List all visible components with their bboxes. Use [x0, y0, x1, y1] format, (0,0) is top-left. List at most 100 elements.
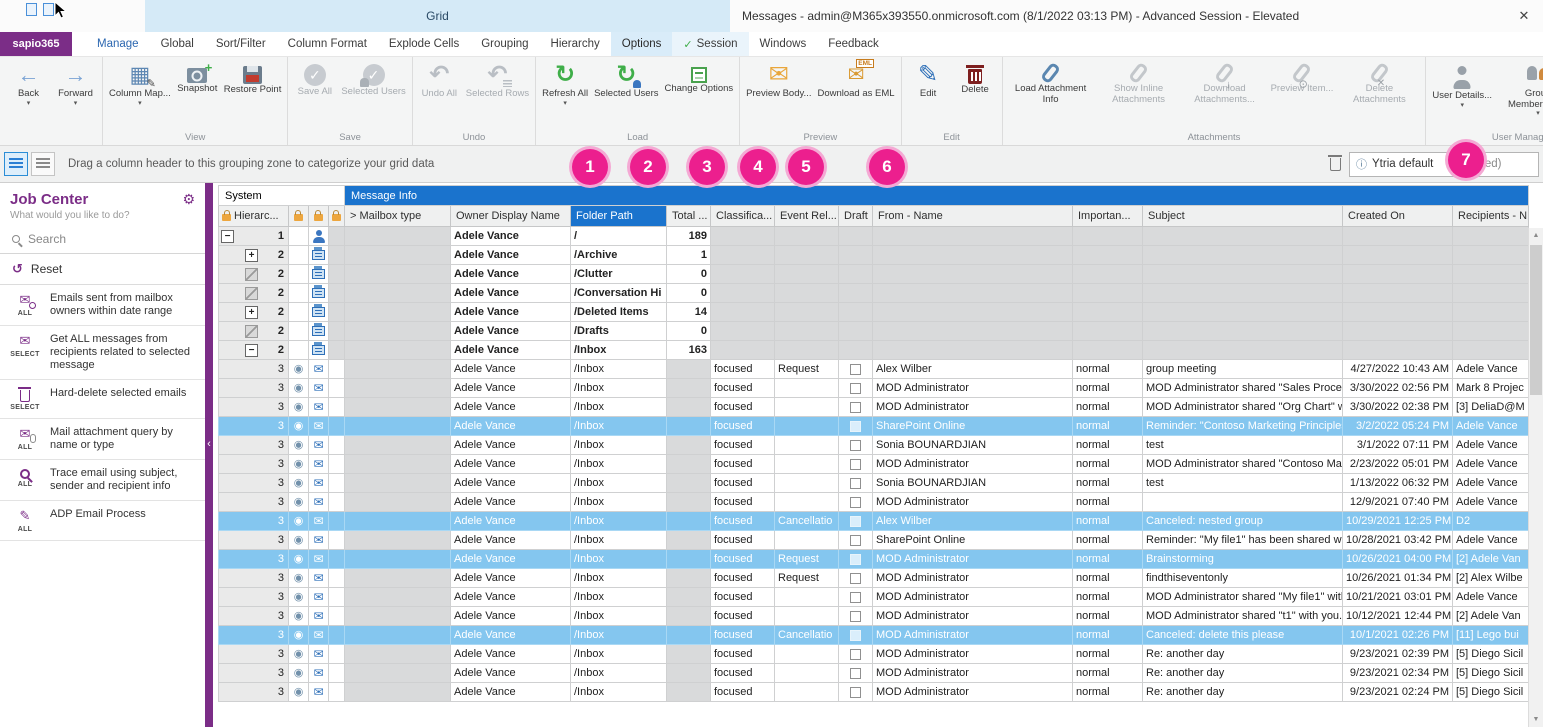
column-header-draft[interactable]: Draft [839, 206, 873, 227]
draft-checkbox[interactable] [850, 611, 861, 622]
back-button[interactable]: Back▾ [5, 59, 52, 108]
grid-row-message[interactable]: 3◉✉Adele Vance/InboxfocusedMOD Administr… [219, 493, 1529, 512]
tab-global[interactable]: Global [150, 32, 205, 56]
column-header-mailbox[interactable]: > Mailbox type [345, 206, 451, 227]
selected-rows-button[interactable]: Selected Rows [463, 59, 532, 101]
close-button[interactable]: ✕ [1511, 4, 1537, 28]
delete-attachments-button[interactable]: Delete Attachments [1336, 59, 1422, 106]
scroll-up-icon[interactable]: ▲ [1529, 228, 1543, 243]
column-header-subject[interactable]: Subject [1143, 206, 1343, 227]
job-item-trace-email-using[interactable]: ALLTrace email using subject, sender and… [0, 460, 205, 501]
draft-checkbox[interactable] [850, 535, 861, 546]
grid-row-folder[interactable]: 2Adele Vance/Clutter0 [219, 265, 1529, 284]
load-attachment-info-button[interactable]: Load Attachment Info [1006, 59, 1096, 106]
copy-grid-icon[interactable] [26, 3, 37, 16]
grid-row-folder[interactable]: +2Adele Vance/Archive1 [219, 246, 1529, 265]
grid-row-mailbox[interactable]: −1Adele Vance/189 [219, 227, 1529, 246]
notes-icon[interactable] [43, 3, 54, 16]
undo-all-button[interactable]: Undo All [416, 59, 463, 101]
selected-users-button[interactable]: Selected Users [591, 59, 661, 101]
expander-empty-icon[interactable] [245, 268, 258, 281]
change-options-button[interactable]: Change Options [662, 59, 737, 96]
grid-row-message[interactable]: 3◉✉Adele Vance/InboxfocusedMOD Administr… [219, 645, 1529, 664]
restore-point-button[interactable]: Restore Point [221, 59, 285, 97]
tab-grouping[interactable]: Grouping [470, 32, 539, 56]
preview-body-button[interactable]: Preview Body... [743, 59, 814, 101]
grid-row-message[interactable]: 3◉✉Adele Vance/InboxfocusedMOD Administr… [219, 588, 1529, 607]
grid-row-folder[interactable]: −2Adele Vance/Inbox163 [219, 341, 1529, 360]
job-item-hard-delete-selected[interactable]: SELECTHard-delete selected emails [0, 380, 205, 419]
preview-item-button[interactable]: Preview Item... [1268, 59, 1337, 96]
grouping-view-button[interactable] [4, 152, 28, 176]
gear-icon[interactable]: ⚙ [182, 191, 195, 208]
job-item-emails-sent-from[interactable]: ALLEmails sent from mailbox owners withi… [0, 285, 205, 326]
snapshot-button[interactable]: Snapshot [174, 59, 221, 96]
draft-checkbox[interactable] [850, 687, 861, 698]
tab-session[interactable]: ✓Session [672, 32, 748, 56]
sidebar-splitter[interactable]: ‹ [205, 183, 213, 727]
tab-windows[interactable]: Windows [749, 32, 818, 56]
clear-grouping-trash-icon[interactable] [1330, 158, 1341, 171]
job-item-get-all-messages[interactable]: SELECTGet ALL messages from recipients r… [0, 326, 205, 380]
edit-button[interactable]: Edit [905, 59, 952, 101]
expander-minus-icon[interactable]: − [221, 230, 234, 243]
scroll-down-icon[interactable]: ▼ [1529, 712, 1543, 727]
column-header-icon2[interactable] [309, 206, 329, 227]
column-header-icon3[interactable] [329, 206, 345, 227]
user-details-button[interactable]: User Details...▾ [1429, 59, 1495, 110]
grid-row-message[interactable]: 3◉✉Adele Vance/InboxfocusedMOD Administr… [219, 398, 1529, 417]
tab-explode-cells[interactable]: Explode Cells [378, 32, 470, 56]
draft-checkbox[interactable] [850, 554, 861, 565]
grid-row-message[interactable]: 3◉✉Adele Vance/InboxfocusedMOD Administr… [219, 664, 1529, 683]
grid-row-folder[interactable]: +2Adele Vance/Deleted Items14 [219, 303, 1529, 322]
grid-row-message[interactable]: 3◉✉Adele Vance/InboxfocusedSonia BOUNARD… [219, 436, 1529, 455]
expander-plus-icon[interactable]: + [245, 249, 258, 262]
grid-row-message[interactable]: 3◉✉Adele Vance/InboxfocusedSharePoint On… [219, 531, 1529, 550]
tab-sort-filter[interactable]: Sort/Filter [205, 32, 277, 56]
grid-row-folder[interactable]: 2Adele Vance/Conversation Hi0 [219, 284, 1529, 303]
grid-row-message[interactable]: 3◉✉Adele Vance/InboxfocusedCancellatioAl… [219, 512, 1529, 531]
draft-checkbox[interactable] [850, 573, 861, 584]
column-header-icon1[interactable] [289, 206, 309, 227]
grid-row-message[interactable]: 3◉✉Adele Vance/InboxfocusedRequestMOD Ad… [219, 569, 1529, 588]
vertical-scrollbar[interactable]: ▲ ▼ [1528, 228, 1543, 727]
grid-row-message[interactable]: 3◉✉Adele Vance/InboxfocusedCancellatioMO… [219, 626, 1529, 645]
delete-button[interactable]: Delete [952, 59, 999, 97]
draft-checkbox[interactable] [850, 402, 861, 413]
grid-row-message[interactable]: 3◉✉Adele Vance/InboxfocusedMOD Administr… [219, 607, 1529, 626]
draft-checkbox[interactable] [850, 421, 861, 432]
column-header-event[interactable]: Event Rel... [775, 206, 839, 227]
job-item-adp-email-process[interactable]: ALLADP Email Process [0, 501, 205, 541]
refresh-all-button[interactable]: Refresh All▾ [539, 59, 591, 108]
save-all-button[interactable]: Save All [291, 59, 338, 99]
expander-empty-icon[interactable] [245, 325, 258, 338]
grid-row-message[interactable]: 3◉✉Adele Vance/InboxfocusedMOD Administr… [219, 455, 1529, 474]
grid-window-tab[interactable]: Grid [145, 0, 730, 32]
column-header-folder[interactable]: Folder Path [571, 206, 667, 227]
grid-row-message[interactable]: 3◉✉Adele Vance/InboxfocusedMOD Administr… [219, 379, 1529, 398]
tab-column-format[interactable]: Column Format [277, 32, 378, 56]
show-inline-attachments-button[interactable]: Show Inline Attachments [1096, 59, 1182, 106]
draft-checkbox[interactable] [850, 497, 861, 508]
grid-row-message[interactable]: 3◉✉Adele Vance/InboxfocusedRequestMOD Ad… [219, 550, 1529, 569]
forward-button[interactable]: Forward▾ [52, 59, 99, 108]
expander-empty-icon[interactable] [245, 287, 258, 300]
column-header-importance[interactable]: Importan... [1073, 206, 1143, 227]
column-header-classification[interactable]: Classifica... [711, 206, 775, 227]
group-membership-button[interactable]: Group Membership...▾ [1495, 59, 1543, 118]
selected-users-button[interactable]: Selected Users [338, 59, 408, 99]
draft-checkbox[interactable] [850, 668, 861, 679]
column-header-created[interactable]: Created On [1343, 206, 1453, 227]
column-header-tree[interactable]: Hierarc... [219, 206, 289, 227]
list-view-button[interactable] [31, 152, 55, 176]
job-item-mail-attachment-query[interactable]: ALLMail attachment query by name or type [0, 419, 205, 460]
expander-minus-icon[interactable]: − [245, 344, 258, 357]
job-search-input[interactable]: Search [0, 225, 205, 254]
tab-options[interactable]: Options [611, 32, 673, 56]
download-attachments-button[interactable]: Download Attachments... [1182, 59, 1268, 106]
draft-checkbox[interactable] [850, 383, 861, 394]
grid-row-folder[interactable]: 2Adele Vance/Drafts0 [219, 322, 1529, 341]
sapio365-app-button[interactable]: sapio365 [0, 32, 72, 56]
draft-checkbox[interactable] [850, 630, 861, 641]
draft-checkbox[interactable] [850, 440, 861, 451]
